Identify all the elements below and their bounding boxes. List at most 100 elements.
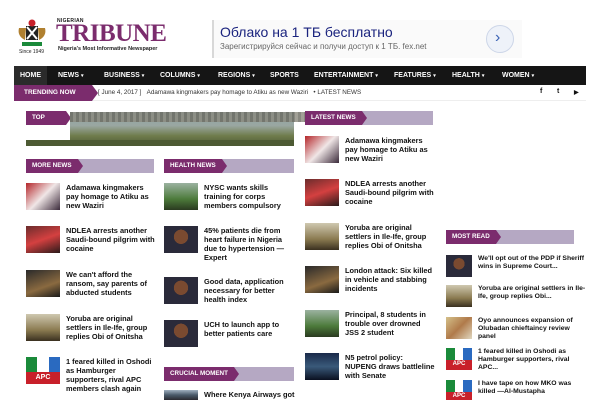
chevron-down-icon: ▾ [141,73,145,79]
article-thumbnail[interactable] [305,223,339,250]
nav-news[interactable]: News ▾ [52,66,90,85]
article-thumbnail[interactable] [164,226,198,253]
nav-label: Regions [218,72,251,79]
article-title[interactable]: NDLEA arrests another Saudi-bound pilgri… [345,179,435,206]
article-title[interactable]: 45% patients die from heart failure in N… [204,226,296,262]
article-thumbnail[interactable] [26,183,60,210]
trending-label: TRENDING NOW [14,85,98,101]
article-title[interactable]: London attack: Six killed in vehicle and… [345,266,435,293]
article-title[interactable]: Oyo announces expansion of Olubadan chie… [478,317,586,341]
article-thumbnail[interactable] [305,179,339,206]
advert-arrow-button[interactable]: › [486,25,514,53]
article-thumbnail[interactable] [164,277,198,304]
nav-sports[interactable]: Sports [264,66,305,85]
page: NIGERIAN TRIBUNE Since 1949 Nigeria's Mo… [0,0,600,400]
health-news-header: Health News [164,159,294,173]
advert-headline: Облако на 1 ТБ бесплатно [220,24,393,40]
article-title[interactable]: NYSC wants skills training for corps mem… [204,183,296,210]
nav-label: Women [502,72,530,79]
article-title[interactable]: Yoruba are original settlers in Ile-Ife,… [66,314,158,341]
apc-flag-thumbnail[interactable]: APC [446,380,472,400]
nav-label: Features [394,72,432,79]
more-news-title[interactable]: More News [26,159,83,173]
twitter-icon[interactable]: t [557,88,559,95]
chevron-down-icon: ▾ [81,73,84,79]
logo-name: TRIBUNE [56,20,167,47]
more-news-header: More News [26,159,154,173]
nav-label: News [58,72,79,79]
nav-business[interactable]: Business ▾ [98,66,150,85]
article-thumbnail[interactable] [26,270,60,297]
nav-columns[interactable]: Columns ▾ [154,66,206,85]
nav-features[interactable]: Features ▾ [388,66,442,85]
site-logo[interactable]: NIGERIAN TRIBUNE Since 1949 Nigeria's Mo… [14,16,167,56]
crucial-moment-header: Crucial Moment [164,367,294,381]
article-title[interactable]: I have tape on how MKO was killed —Al-Mu… [478,380,586,396]
article-thumbnail[interactable] [446,255,472,277]
nav-women[interactable]: Women ▾ [496,66,540,85]
advert-banner[interactable]: Облако на 1 ТБ бесплатно Зарегистрируйся… [212,20,522,58]
main-nav: Home News ▾ Business ▾ Columns ▾ Regions ▾ S… [14,66,586,85]
advert-subtext: Зарегистрируйся сейчас и получи доступ к… [220,42,427,51]
nav-label: Sports [270,72,299,79]
trending-bar: TRENDING NOW [ June 4, 2017 ] Adamawa ki… [14,85,586,101]
latest-news-title[interactable]: Latest News [305,111,367,125]
chevron-down-icon: ▾ [531,73,535,79]
article-title[interactable]: Where Kenya Airways got [204,390,296,399]
article-title[interactable]: We'll opt out of the PDP if Sheriff wins… [478,255,586,271]
article-thumbnail[interactable] [164,183,198,210]
nav-label: Columns [160,72,196,79]
top-news-title[interactable]: Top News [26,111,71,135]
trending-ticker[interactable]: [ June 4, 2017 ] Adamawa kingmakers pay … [98,85,361,101]
article-thumbnail[interactable] [446,317,472,339]
article-title[interactable]: NDLEA arrests another Saudi-bound pilgri… [66,226,158,253]
article-title[interactable]: Adamawa kingmakers pay homage to Atiku a… [345,136,435,163]
article-thumbnail[interactable] [164,320,198,347]
article-title[interactable]: UCH to launch app to better patients car… [204,320,296,338]
nav-regions[interactable]: Regions ▾ [212,66,261,85]
chevron-down-icon: ▾ [252,73,255,79]
trending-date: [ June 4, 2017 ] [98,89,142,96]
nav-label: Home [20,72,41,79]
article-thumbnail[interactable] [446,285,472,307]
article-thumbnail[interactable] [164,390,198,400]
article-title[interactable]: Principal, 8 students in trouble over dr… [345,310,435,337]
nav-label: Health [452,72,480,79]
article-thumbnail[interactable] [26,226,60,253]
article-title[interactable]: We can't afford the ransom, say parents … [66,270,158,297]
article-thumbnail[interactable] [305,136,339,163]
chevron-down-icon: ▾ [375,73,378,79]
youtube-icon[interactable]: ▶ [574,89,579,96]
crucial-moment-title[interactable]: Crucial Moment [164,367,239,381]
article-title[interactable]: N5 petrol policy: NUPENG draws battlelin… [345,353,435,380]
most-read-header: Most Read [446,230,574,244]
article-title[interactable]: Good data, application necessary for bet… [204,277,296,304]
article-thumbnail[interactable] [305,266,339,293]
article-thumbnail[interactable] [26,314,60,341]
chevron-down-icon: ▾ [433,73,436,79]
apc-flag-thumbnail[interactable]: APC [26,357,60,384]
nav-entertainment[interactable]: Entertainment ▾ [308,66,384,85]
article-title[interactable]: Adamawa kingmakers pay homage to Atiku a… [66,183,158,210]
article-thumbnail[interactable] [305,353,339,380]
most-read-title[interactable]: Most Read [446,230,501,244]
latest-news-header: Latest News [305,111,433,125]
nav-home[interactable]: Home [14,66,47,85]
article-title[interactable]: Yoruba are original settlers in Ile-Ife,… [478,285,586,301]
nav-label: Business [104,72,140,79]
facebook-icon[interactable]: f [540,88,542,95]
trending-headline[interactable]: Adamawa kingmakers pay homage to Atiku a… [147,89,308,96]
article-title[interactable]: 1 feared killed in Oshodi as Hamburger s… [478,348,586,372]
apc-flag-thumbnail[interactable]: APC [446,348,472,370]
article-thumbnail[interactable] [305,310,339,337]
trending-more[interactable]: LATEST NEWS [317,89,361,96]
top-news-image-strip [26,140,294,146]
nav-health[interactable]: Health ▾ [446,66,490,85]
chevron-down-icon: ▾ [197,73,200,79]
article-title[interactable]: Yoruba are original settlers in Ile-Ife,… [345,223,435,250]
coat-of-arms-icon [18,19,46,46]
article-title[interactable]: 1 feared killed in Oshodi as Hamburger s… [66,357,158,393]
health-news-title[interactable]: Health News [164,159,227,173]
chevron-right-icon: › [495,29,501,46]
top-news-header: Top News [26,111,71,135]
